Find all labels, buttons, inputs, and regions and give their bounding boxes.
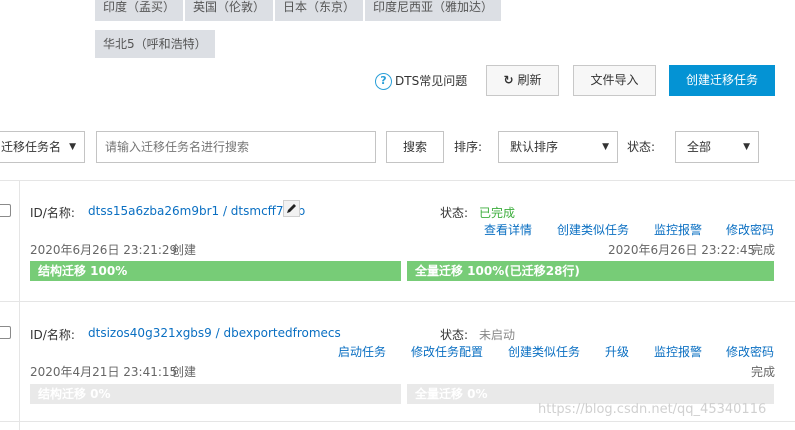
row-divider bbox=[0, 421, 795, 422]
structure-migration-progress: 结构迁移 100% bbox=[30, 261, 401, 281]
status-select[interactable]: 全部 ▼ bbox=[675, 131, 759, 163]
task-status-label: 状态: bbox=[440, 206, 469, 220]
create-similar-task-link[interactable]: 创建类似任务 bbox=[508, 343, 580, 360]
task-id-label: ID/名称: bbox=[30, 206, 75, 220]
search-input[interactable] bbox=[96, 131, 376, 163]
refresh-icon: ↻ bbox=[503, 73, 514, 87]
region-button-mumbai[interactable]: 印度（孟买） bbox=[95, 0, 184, 21]
finished-label: 完成 bbox=[751, 365, 776, 379]
monitor-alarm-link[interactable]: 监控报警 bbox=[654, 343, 702, 360]
upgrade-link[interactable]: 升级 bbox=[605, 343, 629, 360]
pencil-icon bbox=[287, 204, 296, 213]
start-task-link[interactable]: 启动任务 bbox=[338, 343, 386, 360]
change-password-link[interactable]: 修改密码 bbox=[726, 221, 774, 238]
status-value: 全部 bbox=[687, 140, 712, 154]
task-status-label: 状态: bbox=[440, 328, 469, 342]
search-button[interactable]: 搜索 bbox=[386, 131, 444, 163]
task-id-label: ID/名称: bbox=[30, 328, 75, 342]
edit-name-button[interactable] bbox=[283, 200, 300, 217]
create-migration-task-button[interactable]: 创建迁移任务 bbox=[669, 65, 775, 96]
status-filter-label: 状态: bbox=[627, 140, 656, 154]
created-label: 创建 bbox=[172, 243, 197, 257]
structure-migration-progress: 结构迁移 0% bbox=[30, 384, 401, 404]
view-details-link[interactable]: 查看详情 bbox=[484, 221, 532, 238]
task-id-name[interactable]: dtsizos40g321xgbs9 / dbexportedfromecs bbox=[88, 326, 341, 340]
column-divider bbox=[19, 180, 20, 430]
table-top-border bbox=[0, 180, 795, 181]
question-circle-icon: ? bbox=[375, 73, 392, 90]
search-field-select[interactable]: 迁移任务名 ▼ bbox=[0, 131, 85, 163]
task-status-value: 未启动 bbox=[479, 328, 516, 342]
change-password-link[interactable]: 修改密码 bbox=[726, 343, 774, 360]
caret-down-icon: ▼ bbox=[69, 142, 76, 152]
caret-down-icon: ▼ bbox=[602, 142, 609, 152]
modify-task-config-link[interactable]: 修改任务配置 bbox=[411, 343, 483, 360]
full-migration-progress: 全量迁移 0% bbox=[407, 384, 774, 404]
created-time: 2020年6月26日 23:21:29 bbox=[30, 243, 178, 257]
sort-label: 排序: bbox=[454, 140, 483, 154]
dts-faq-link[interactable]: ? DTS常见问题 bbox=[375, 73, 467, 90]
created-time: 2020年4月21日 23:41:15 bbox=[30, 365, 178, 379]
full-migration-progress: 全量迁移 100%(已迁移28行) bbox=[407, 261, 774, 281]
task-status-value: 已完成 bbox=[479, 206, 516, 220]
row-divider bbox=[0, 301, 795, 302]
watermark: https://blog.csdn.net/qq_45340116 bbox=[538, 402, 767, 417]
monitor-alarm-link[interactable]: 监控报警 bbox=[654, 221, 702, 238]
search-field-value: 迁移任务名 bbox=[1, 140, 62, 154]
finished-label: 完成 bbox=[751, 243, 776, 257]
task-id-name[interactable]: dtss15a6zba26m9br1 / dtsmcff7oxb bbox=[88, 204, 305, 218]
row-checkbox[interactable] bbox=[0, 326, 11, 339]
refresh-label: 刷新 bbox=[517, 73, 542, 87]
finished-time: 2020年6月26日 23:22:45 bbox=[608, 243, 756, 257]
region-button-jakarta[interactable]: 印度尼西亚（雅加达） bbox=[365, 0, 502, 21]
created-label: 创建 bbox=[172, 365, 197, 379]
create-similar-task-link[interactable]: 创建类似任务 bbox=[557, 221, 629, 238]
sort-value: 默认排序 bbox=[510, 140, 559, 154]
file-import-button[interactable]: 文件导入 bbox=[573, 65, 656, 96]
caret-down-icon: ▼ bbox=[743, 142, 750, 152]
dts-faq-label: DTS常见问题 bbox=[395, 74, 468, 88]
region-button-tokyo[interactable]: 日本（东京） bbox=[275, 0, 364, 21]
refresh-button[interactable]: ↻ 刷新 bbox=[486, 65, 559, 96]
region-button-hohhot[interactable]: 华北5（呼和浩特） bbox=[95, 30, 215, 58]
sort-select[interactable]: 默认排序 ▼ bbox=[498, 131, 618, 163]
row-checkbox[interactable] bbox=[0, 204, 11, 217]
region-button-london[interactable]: 英国（伦敦） bbox=[185, 0, 274, 21]
